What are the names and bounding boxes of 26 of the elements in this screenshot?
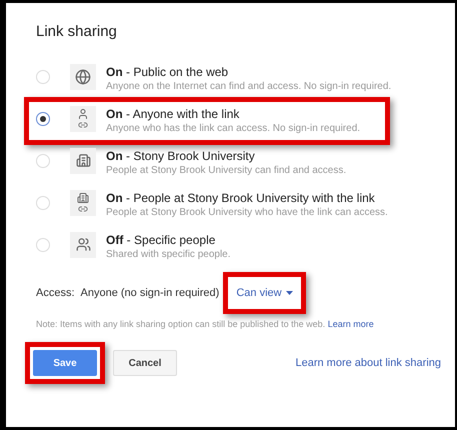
option-label: On - Anyone with the link (106, 106, 240, 122)
permission-dropdown[interactable]: Can view (234, 284, 295, 301)
option-description: Anyone who has the link can access. No sign-in required. (106, 122, 360, 136)
globe-icon (75, 68, 91, 84)
note-text: Note: Items with any link sharing option can still be published to the web. (36, 319, 326, 329)
option-label: On - Public on the web (106, 64, 230, 80)
cancel-button[interactable]: Cancel (113, 350, 177, 376)
help-link[interactable]: Learn more about link sharing (295, 354, 441, 371)
learn-more-link[interactable]: Learn more (328, 319, 374, 329)
dialog-title: Link sharing (36, 22, 118, 42)
option-label: On - Stony Brook University (106, 148, 256, 164)
radio-button[interactable] (36, 112, 50, 126)
access-label: Access: (36, 286, 75, 300)
option-description: People at Stony Brook University who have the link can access. (106, 206, 388, 220)
option-description: Shared with specific people. (106, 248, 231, 262)
option-label: On - People at Stony Brook University with the link (106, 190, 376, 206)
building-link-icon (77, 192, 89, 214)
building-icon (76, 153, 90, 168)
people-icon (76, 237, 90, 252)
option-description: Anyone on the Internet can find and access. No sign-in required. (106, 80, 392, 94)
save-button[interactable]: Save (33, 350, 97, 376)
person-link-icon (77, 108, 89, 130)
option-description: People at Stony Brook University can find and access. (106, 164, 346, 178)
dropdown-caret-icon (286, 290, 293, 295)
access-value: Anyone (no sign-in required) (80, 286, 220, 300)
option-label: Off - Specific people (106, 232, 216, 248)
